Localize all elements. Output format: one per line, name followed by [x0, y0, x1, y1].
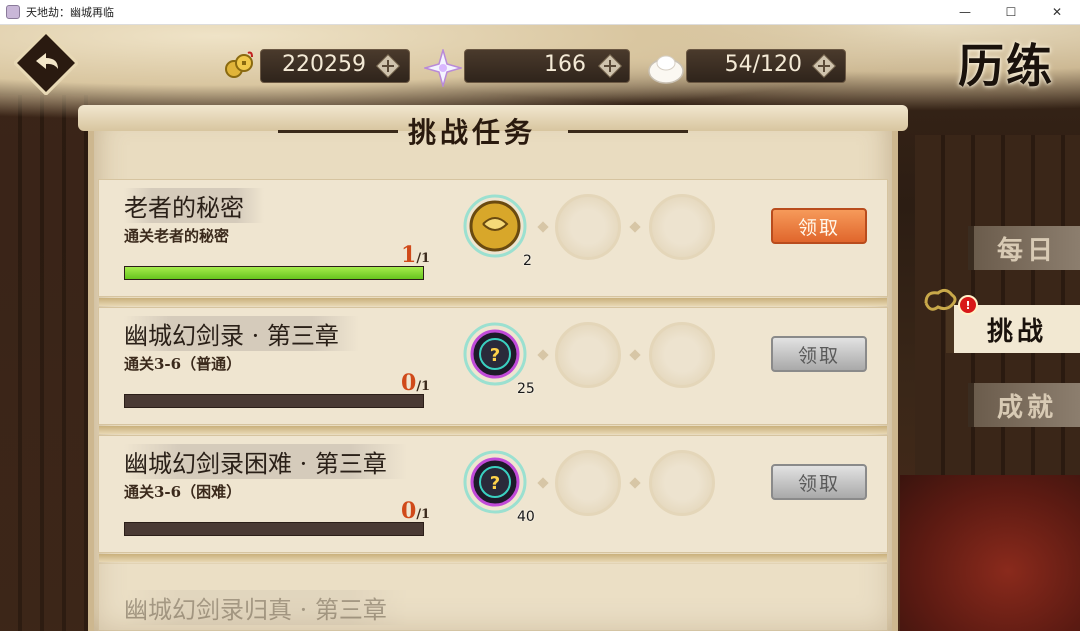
task-progress-bar: [124, 522, 424, 536]
task-name: 幽城幻剑录 · 第三章: [124, 316, 359, 351]
claim-button[interactable]: 领取: [771, 336, 867, 372]
claim-button[interactable]: 领取: [771, 464, 867, 500]
task-name: 幽城幻剑录归真 · 第三章: [124, 590, 407, 625]
currency-star-crystal: 166: [424, 49, 630, 87]
task-progress-total: /1: [416, 251, 431, 266]
empty-reward-slot: [555, 194, 621, 260]
task-name: 老者的秘密: [124, 188, 264, 223]
task-row: 幽城幻剑录困难 · 第三章 通关3-6（困难） 0/1 ? 40 领取: [98, 435, 888, 562]
task-row: 老者的秘密 通关老者的秘密 1/1 2 领取: [98, 179, 888, 306]
task-description: 通关3-6（困难）: [124, 483, 242, 501]
empty-reward-slot: [649, 322, 715, 388]
back-button[interactable]: [12, 29, 80, 97]
slot-separator: [537, 349, 549, 361]
task-progress: 0/1: [401, 370, 430, 396]
tab-achievement[interactable]: 成就: [968, 383, 1080, 427]
mystery-orb-icon[interactable]: ?: [463, 450, 527, 514]
empty-reward-slot: [555, 322, 621, 388]
window-title: 天地劫：幽城再临: [26, 6, 114, 19]
gold-coins-icon: [225, 51, 253, 78]
stamina-value: 54/120: [724, 52, 802, 77]
empty-reward-slot: [649, 450, 715, 516]
slot-separator: [537, 477, 549, 489]
task-progress: 0/1: [401, 498, 430, 524]
close-button[interactable]: ✕: [1034, 0, 1080, 24]
task-progress-bar: [124, 394, 424, 408]
minimize-button[interactable]: —: [942, 0, 988, 24]
task-progress-current: 0: [401, 498, 417, 524]
cloud-swirl-icon: [924, 288, 957, 311]
slot-separator: [629, 349, 641, 361]
svg-text:?: ?: [490, 345, 500, 366]
svg-text:?: ?: [490, 473, 500, 494]
slot-separator: [629, 477, 641, 489]
task-progress-current: 0: [401, 370, 417, 396]
tab-daily[interactable]: 每日: [968, 226, 1080, 270]
reward-count: 25: [517, 381, 535, 397]
notification-badge: !: [958, 295, 978, 315]
back-arrow-icon: [12, 29, 80, 97]
reward-count: 40: [517, 509, 535, 525]
task-name: 幽城幻剑录困难 · 第三章: [124, 444, 407, 479]
section-title: 挑战任务: [408, 116, 537, 149]
task-progress-total: /1: [416, 507, 431, 522]
add-gold-icon[interactable]: [374, 52, 402, 80]
mystery-orb-icon[interactable]: ?: [463, 322, 527, 386]
task-row: 幽城幻剑录归真 · 第三章: [98, 563, 888, 631]
task-scroll-panel[interactable]: 挑战任务 老者的秘密 通关老者的秘密 1/1 2 领取 幽城幻剑录 · 第三章: [68, 105, 918, 631]
app-icon: [6, 5, 20, 19]
currency-stamina: 54/120: [646, 49, 846, 84]
add-stamina-icon[interactable]: [810, 52, 838, 80]
task-row: 幽城幻剑录 · 第三章 通关3-6（普通） 0/1 ? 25 领取: [98, 307, 888, 434]
window-titlebar: 天地劫：幽城再临 — ☐ ✕: [0, 0, 1080, 25]
task-progress-total: /1: [416, 379, 431, 394]
page-title: 历练: [958, 39, 1054, 93]
window-controls: — ☐ ✕: [942, 0, 1080, 24]
empty-reward-slot: [649, 194, 715, 260]
task-description: 通关老者的秘密: [124, 227, 230, 245]
slot-separator: [537, 221, 549, 233]
title-ornament-left: [278, 130, 398, 133]
reward-count: 2: [523, 253, 532, 269]
currency-gold: 220259: [222, 49, 410, 83]
maximize-button[interactable]: ☐: [988, 0, 1034, 24]
slot-separator: [629, 221, 641, 233]
task-progress-current: 1: [401, 242, 417, 268]
claim-button[interactable]: 领取: [771, 208, 867, 244]
star-crystal-icon: [424, 49, 462, 87]
gold-value: 220259: [282, 52, 366, 77]
task-description: 通关3-6（普通）: [124, 355, 242, 373]
task-progress: 1/1: [401, 242, 430, 268]
empty-reward-slot: [555, 450, 621, 516]
gold-medallion-icon[interactable]: [463, 194, 527, 258]
game-viewport: 220259 166 54/120 历练 挑战任务 老者的秘密 通关老者的秘密 …: [0, 25, 1080, 631]
title-ornament-right: [568, 130, 688, 133]
star-crystal-value: 166: [544, 52, 586, 77]
add-star-crystal-icon[interactable]: [596, 52, 624, 80]
task-progress-bar: [124, 266, 424, 280]
progress-fill: [125, 267, 423, 279]
background-carpet: [900, 475, 1080, 631]
stamina-bun-icon: [648, 55, 684, 84]
